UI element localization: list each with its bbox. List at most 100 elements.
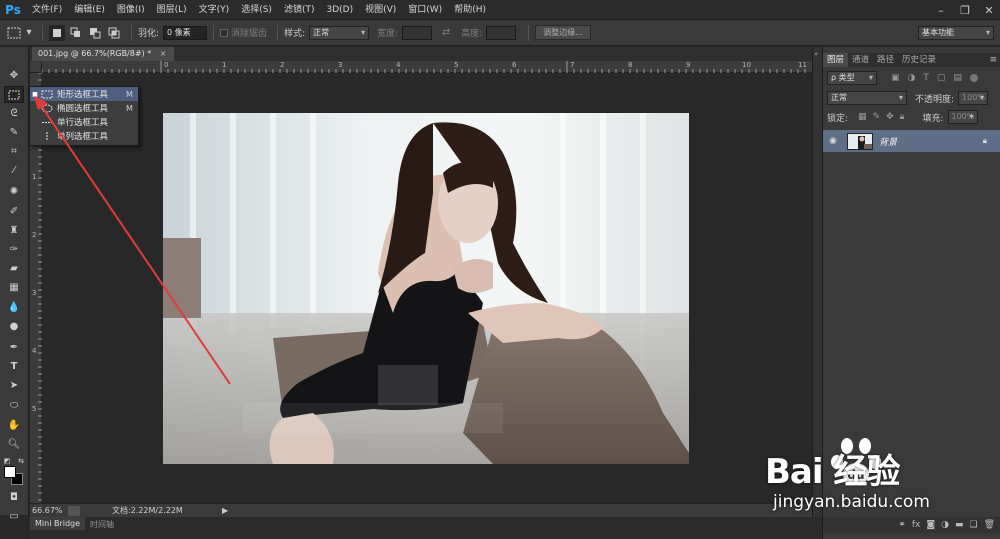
- path-select-tool-icon[interactable]: ➤: [4, 377, 24, 394]
- zoom-level[interactable]: 66.67%: [30, 506, 68, 515]
- hand-tool-icon[interactable]: ✋: [4, 417, 24, 434]
- document-tab-bar: 001.jpg @ 66.7%(RGB/8#) * ×: [30, 47, 822, 61]
- lock-position-icon[interactable]: ✥: [886, 112, 894, 122]
- zoom-tool-icon[interactable]: 🔍︎: [4, 436, 24, 453]
- new-group-icon[interactable]: ▬: [955, 520, 964, 530]
- swap-colors-icon[interactable]: ⇆: [16, 452, 26, 469]
- tab-paths[interactable]: 路径: [873, 53, 898, 67]
- pen-tool-icon[interactable]: ✒: [4, 339, 24, 356]
- flyout-item-single-column-marquee[interactable]: 单列选框工具: [30, 129, 138, 143]
- dodge-tool-icon[interactable]: ●: [4, 318, 24, 335]
- document-tab[interactable]: 001.jpg @ 66.7%(RGB/8#) * ×: [32, 47, 175, 61]
- panel-collapse-strip[interactable]: »: [812, 47, 822, 517]
- layer-row-background[interactable]: ◉ 背景 🔒︎: [823, 130, 1000, 152]
- layer-style-icon[interactable]: fx: [912, 520, 921, 530]
- close-icon[interactable]: ×: [160, 49, 167, 58]
- type-tool-icon[interactable]: T: [4, 358, 24, 375]
- healing-brush-tool-icon[interactable]: ✺: [4, 183, 24, 200]
- menu-file[interactable]: 文件(F): [26, 0, 68, 20]
- layer-filter-select[interactable]: ρ 类型: [827, 71, 877, 85]
- filter-pixel-icon[interactable]: ▣: [891, 73, 900, 83]
- subtract-selection-icon[interactable]: [87, 25, 103, 41]
- quick-select-tool-icon[interactable]: ✎: [4, 124, 24, 141]
- tab-channels[interactable]: 通道: [848, 53, 873, 67]
- adjustment-layer-icon[interactable]: ◑: [941, 520, 949, 530]
- workspace-select[interactable]: 基本功能: [918, 25, 994, 40]
- link-layers-icon[interactable]: ⚭: [898, 520, 906, 530]
- chevron-down-icon[interactable]: ▾: [25, 25, 33, 41]
- width-input[interactable]: [402, 25, 433, 40]
- flyout-item-ellipse-marquee[interactable]: 椭圆选框工具 M: [30, 101, 138, 115]
- minimize-icon[interactable]: –: [934, 4, 948, 17]
- menu-3d[interactable]: 3D(D): [320, 0, 359, 20]
- menu-layer[interactable]: 图层(L): [151, 0, 193, 20]
- menu-window[interactable]: 窗口(W): [402, 0, 448, 20]
- filter-toggle-icon[interactable]: [969, 74, 978, 82]
- layer-name[interactable]: 背景: [879, 135, 983, 148]
- ruler-label: 4: [396, 61, 401, 69]
- lock-paint-icon[interactable]: ✎: [873, 112, 881, 122]
- status-menu-icon[interactable]: ▶: [222, 506, 228, 515]
- feather-input[interactable]: 0 像素: [163, 25, 208, 40]
- move-tool-icon[interactable]: ✥: [4, 67, 24, 84]
- restore-icon[interactable]: ❐: [958, 4, 972, 17]
- menu-help[interactable]: 帮助(H): [448, 0, 492, 20]
- blur-tool-icon[interactable]: 💧: [4, 299, 24, 316]
- filter-adjust-icon[interactable]: ◑: [908, 73, 916, 83]
- filter-type-icon[interactable]: T: [923, 73, 929, 83]
- lasso-tool-icon[interactable]: ᘓ: [4, 105, 24, 122]
- add-mask-icon[interactable]: ◙: [926, 520, 935, 530]
- eyedropper-tool-icon[interactable]: ⁄: [4, 162, 24, 179]
- crop-tool-icon[interactable]: ⌗: [4, 143, 24, 160]
- antialias-checkbox[interactable]: [220, 28, 229, 37]
- shape-tool-icon[interactable]: ⬭: [4, 397, 24, 414]
- blend-mode-select[interactable]: 正常: [827, 91, 907, 105]
- close-icon[interactable]: ✕: [982, 4, 996, 17]
- refine-edge-button[interactable]: 调整边缘...: [535, 25, 591, 40]
- menu-edit[interactable]: 编辑(E): [68, 0, 111, 20]
- menu-view[interactable]: 视图(V): [359, 0, 402, 20]
- status-icon[interactable]: [68, 505, 80, 516]
- eraser-tool-icon[interactable]: ▰: [4, 260, 24, 277]
- filter-shape-icon[interactable]: ▢: [937, 73, 946, 83]
- tab-layers[interactable]: 图层: [823, 53, 849, 67]
- delete-layer-icon[interactable]: 🗑︎: [984, 520, 995, 530]
- opacity-input[interactable]: 100%: [958, 91, 989, 105]
- tab-mini-bridge[interactable]: Mini Bridge: [30, 517, 86, 530]
- swap-dimensions-icon[interactable]: ⇄: [438, 25, 454, 41]
- lock-pixels-icon[interactable]: ▦: [858, 112, 867, 122]
- panel-menu-icon[interactable]: ≡: [989, 53, 1000, 67]
- new-layer-icon[interactable]: ❏: [969, 520, 977, 530]
- marquee-preset-icon[interactable]: [6, 25, 22, 41]
- filter-smart-icon[interactable]: ▤: [953, 73, 962, 83]
- menu-image[interactable]: 图像(I): [111, 0, 151, 20]
- eye-icon[interactable]: ◉: [823, 136, 843, 146]
- quick-mask-icon[interactable]: ◘: [4, 489, 24, 506]
- style-label: 样式:: [284, 29, 306, 39]
- flyout-item-rect-marquee[interactable]: ■ 矩形选框工具 M: [30, 87, 138, 101]
- lock-all-icon[interactable]: 🔒︎: [900, 112, 905, 122]
- ruler-label: 2: [32, 231, 37, 239]
- document-image[interactable]: [163, 113, 689, 464]
- menu-type[interactable]: 文字(Y): [193, 0, 236, 20]
- rect-marquee-tool-icon[interactable]: [4, 86, 24, 103]
- foreground-color-swatch[interactable]: [4, 466, 16, 478]
- layer-thumbnail: [847, 132, 873, 150]
- clone-stamp-tool-icon[interactable]: ♜: [4, 222, 24, 239]
- add-to-selection-icon[interactable]: [68, 25, 84, 41]
- history-brush-tool-icon[interactable]: ✑: [4, 241, 24, 258]
- flyout-item-single-row-marquee[interactable]: 单行选框工具: [30, 115, 138, 129]
- menu-filter[interactable]: 滤镜(T): [278, 0, 321, 20]
- height-input[interactable]: [486, 25, 517, 40]
- style-select[interactable]: 正常: [309, 25, 370, 40]
- screen-mode-icon[interactable]: ▭: [4, 508, 24, 525]
- brush-tool-icon[interactable]: ✐: [4, 203, 24, 220]
- panel-toggle-icon[interactable]: »: [814, 50, 818, 58]
- gradient-tool-icon[interactable]: ▦: [4, 279, 24, 296]
- new-selection-icon[interactable]: [49, 24, 65, 41]
- menu-select[interactable]: 选择(S): [235, 0, 278, 20]
- tab-history[interactable]: 历史记录: [898, 53, 940, 67]
- tab-timeline[interactable]: 时间轴: [85, 517, 119, 532]
- fill-input[interactable]: 100%: [947, 110, 978, 124]
- intersect-selection-icon[interactable]: [106, 25, 122, 41]
